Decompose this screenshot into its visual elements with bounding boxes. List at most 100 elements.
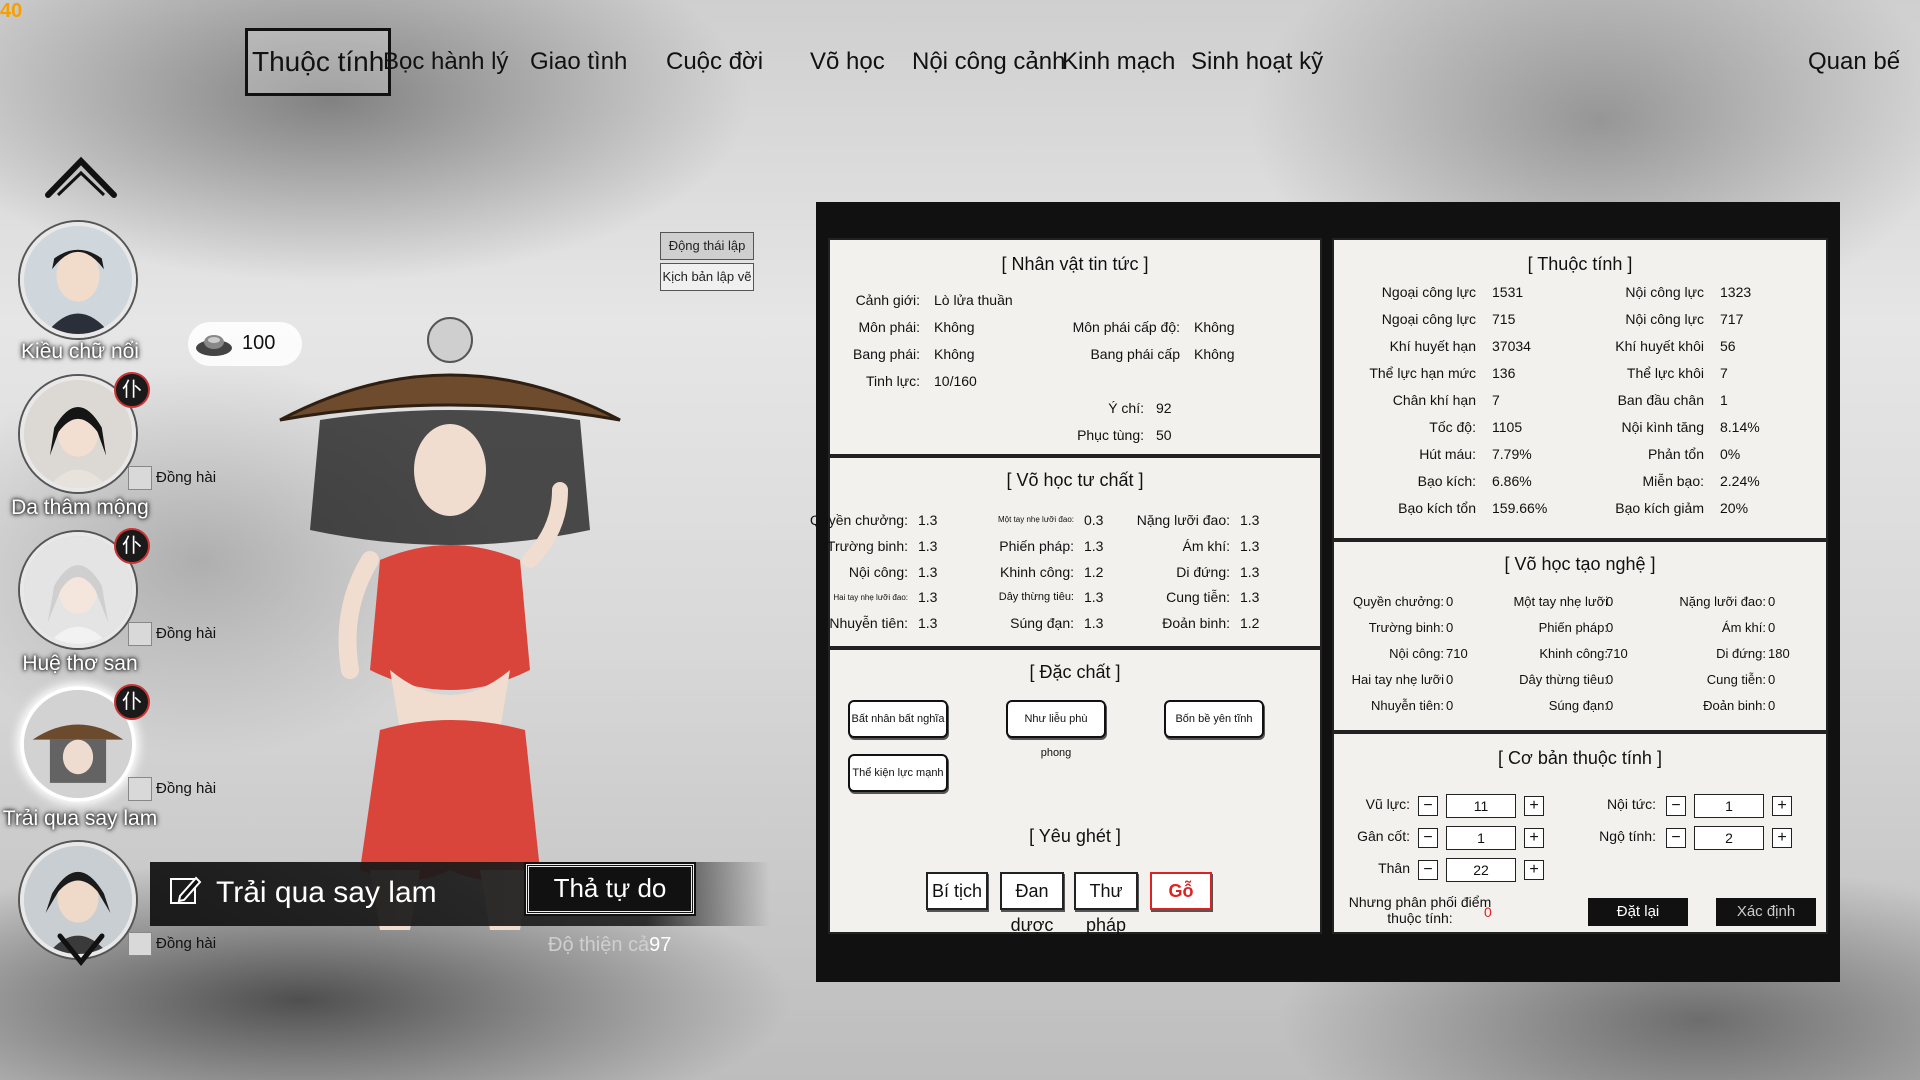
attribute-label: Chân khí hạn: [1392, 392, 1476, 408]
skill-value: 0: [1606, 672, 1614, 687]
aptitude-value: 1.3: [1240, 564, 1260, 580]
increment-button[interactable]: +: [1524, 860, 1544, 880]
aptitude-value: 1.3: [918, 564, 938, 580]
dong-hai-checkbox[interactable]: Đồng hài: [128, 622, 216, 646]
aptitude-value: 1.3: [1240, 512, 1260, 528]
aptitude-label: Dây thừng tiêu:: [998, 591, 1074, 603]
tab-cuoc-doi[interactable]: Cuộc đời: [666, 28, 763, 96]
close-button[interactable]: Quan bế: [1808, 28, 1900, 96]
skill-label: Súng đạn:: [1548, 698, 1608, 713]
character-info-section: [ Nhân vật tin tức ] Cảnh giới: Lò lửa t…: [828, 238, 1322, 456]
skill-label: Nội công:: [1389, 646, 1444, 661]
increment-button[interactable]: +: [1772, 828, 1792, 848]
attribute-value: 56: [1720, 338, 1736, 354]
trait-badge[interactable]: Bốn bề yên tĩnh: [1164, 700, 1264, 738]
tab-boc-hanh-ly[interactable]: Bọc hành lý: [383, 28, 508, 96]
edit-icon[interactable]: [168, 874, 202, 908]
info-label: Cảnh giới:: [855, 292, 920, 308]
checkbox-icon: [128, 777, 152, 801]
than-stepper: − 22 +: [1418, 858, 1548, 882]
than-value[interactable]: 22: [1446, 858, 1516, 882]
increment-button[interactable]: +: [1524, 828, 1544, 848]
gan-cot-value[interactable]: 1: [1446, 826, 1516, 850]
like-item[interactable]: Đan dược: [1000, 872, 1064, 935]
ngo-tinh-value[interactable]: 2: [1694, 826, 1764, 850]
script-portrait-button[interactable]: Kịch bản lập vẽ: [660, 263, 754, 291]
attribute-label: Ban đầu chân: [1617, 392, 1704, 408]
base-label: Thân: [1378, 860, 1410, 876]
skill-label: Quyền chưởng:: [1353, 594, 1444, 609]
trait-badge[interactable]: Thể kiện lực mạnh: [848, 754, 948, 792]
affection-label: Độ thiện cả: [548, 934, 650, 956]
attribute-value: 2.24%: [1720, 473, 1760, 489]
attributes-section: [ Thuộc tính ] Ngoại công lực 1531 Ngoại c…: [1332, 238, 1828, 540]
attribute-label: Thể lực hạn mức: [1369, 365, 1476, 381]
tab-vo-hoc[interactable]: Võ học: [810, 28, 885, 96]
aptitude-label: Di đứng:: [1176, 564, 1230, 580]
vu-luc-value[interactable]: 11: [1446, 794, 1516, 818]
tab-kinh-mach[interactable]: Kinh mạch: [1062, 28, 1175, 96]
decrement-button[interactable]: −: [1418, 828, 1438, 848]
aptitude-value: 0.3: [1084, 512, 1104, 528]
skill-label: Ám khí:: [1721, 620, 1766, 635]
skill-label: Dây thừng tiêu:: [1519, 672, 1608, 687]
aptitude-value: 1.2: [1084, 564, 1104, 580]
attribute-value: 7: [1492, 392, 1500, 408]
scroll-up-icon[interactable]: [44, 155, 118, 199]
aptitude-label: Ám khí:: [1182, 538, 1230, 554]
attribute-label: Miễn bạo:: [1642, 473, 1704, 489]
attribute-value: 715: [1492, 311, 1516, 327]
skill-value: 0: [1446, 594, 1454, 609]
info-value: 50: [1156, 427, 1172, 443]
dong-hai-checkbox[interactable]: Đồng hài: [128, 777, 216, 801]
attribute-label: Nội công lực: [1625, 284, 1704, 300]
scroll-down-icon[interactable]: [56, 930, 106, 970]
aptitude-value: 1.3: [1240, 538, 1260, 554]
trait-badge[interactable]: Bất nhân bất nghĩa: [848, 700, 948, 738]
decrement-button[interactable]: −: [1666, 796, 1686, 816]
skill-label: Hai tay nhẹ lưỡi: [1351, 672, 1444, 687]
dong-hai-checkbox[interactable]: Đồng hài: [128, 466, 216, 490]
decrement-button[interactable]: −: [1418, 860, 1438, 880]
servant-badge-icon: 仆: [114, 372, 150, 408]
skill-value: 0: [1768, 672, 1776, 687]
noi-tuc-stepper: − 1 +: [1666, 794, 1796, 818]
avatar: [24, 226, 132, 334]
character-name-1: Kiều chữ nổi: [21, 340, 139, 363]
confirm-button[interactable]: Xác định: [1716, 898, 1816, 926]
skill-value: 0: [1768, 620, 1776, 635]
attribute-value: 6.86%: [1492, 473, 1532, 489]
tab-noi-cong-canh[interactable]: Nội công cảnh: [912, 28, 1065, 96]
silver-ingot-icon: [196, 335, 232, 356]
increment-button[interactable]: +: [1772, 796, 1792, 816]
dong-hai-checkbox[interactable]: Đồng hài: [128, 932, 216, 956]
aptitude-label: Nhuyễn tiên:: [829, 615, 908, 631]
like-item[interactable]: Bí tịch: [926, 872, 988, 910]
tab-thuoc-tinh[interactable]: Thuộc tính: [245, 28, 392, 96]
release-button[interactable]: Thả tự do: [524, 862, 696, 916]
dislike-item[interactable]: Gỗ: [1150, 872, 1212, 910]
increment-button[interactable]: +: [1524, 796, 1544, 816]
trait-badge[interactable]: Như liễu phù phong: [1006, 700, 1106, 759]
skill-label: Một tay nhẹ lưỡi: [1513, 594, 1608, 609]
checkbox-label: Đồng hài: [156, 779, 217, 797]
noi-tuc-value[interactable]: 1: [1694, 794, 1764, 818]
traits-section: [ Đặc chất ] Bất nhân bất nghĩa Như liễu…: [828, 648, 1322, 935]
skill-label: Nặng lưỡi đao:: [1679, 594, 1766, 609]
info-value: Không: [934, 319, 975, 335]
decrement-button[interactable]: −: [1418, 796, 1438, 816]
alloc-label-line-2: thuộc tính:: [1387, 910, 1453, 926]
attribute-label: Nội kình tăng: [1621, 419, 1705, 435]
aptitude-value: 1.3: [918, 615, 938, 631]
character-avatar-1[interactable]: [20, 222, 136, 338]
attribute-value: 136: [1492, 365, 1516, 381]
tab-giao-tinh[interactable]: Giao tình: [530, 28, 627, 96]
dynamic-portrait-button[interactable]: Động thái lập vẽ: [660, 232, 754, 279]
attribute-value: 8.14%: [1720, 419, 1760, 435]
info-value: Lò lửa thuần: [934, 292, 1013, 308]
reset-button[interactable]: Đặt lại: [1588, 898, 1688, 926]
tab-sinh-hoat-ky[interactable]: Sinh hoạt kỹ: [1191, 28, 1323, 96]
decrement-button[interactable]: −: [1666, 828, 1686, 848]
skill-label: Khinh công:: [1539, 646, 1608, 661]
like-item[interactable]: Thư pháp: [1074, 872, 1138, 935]
